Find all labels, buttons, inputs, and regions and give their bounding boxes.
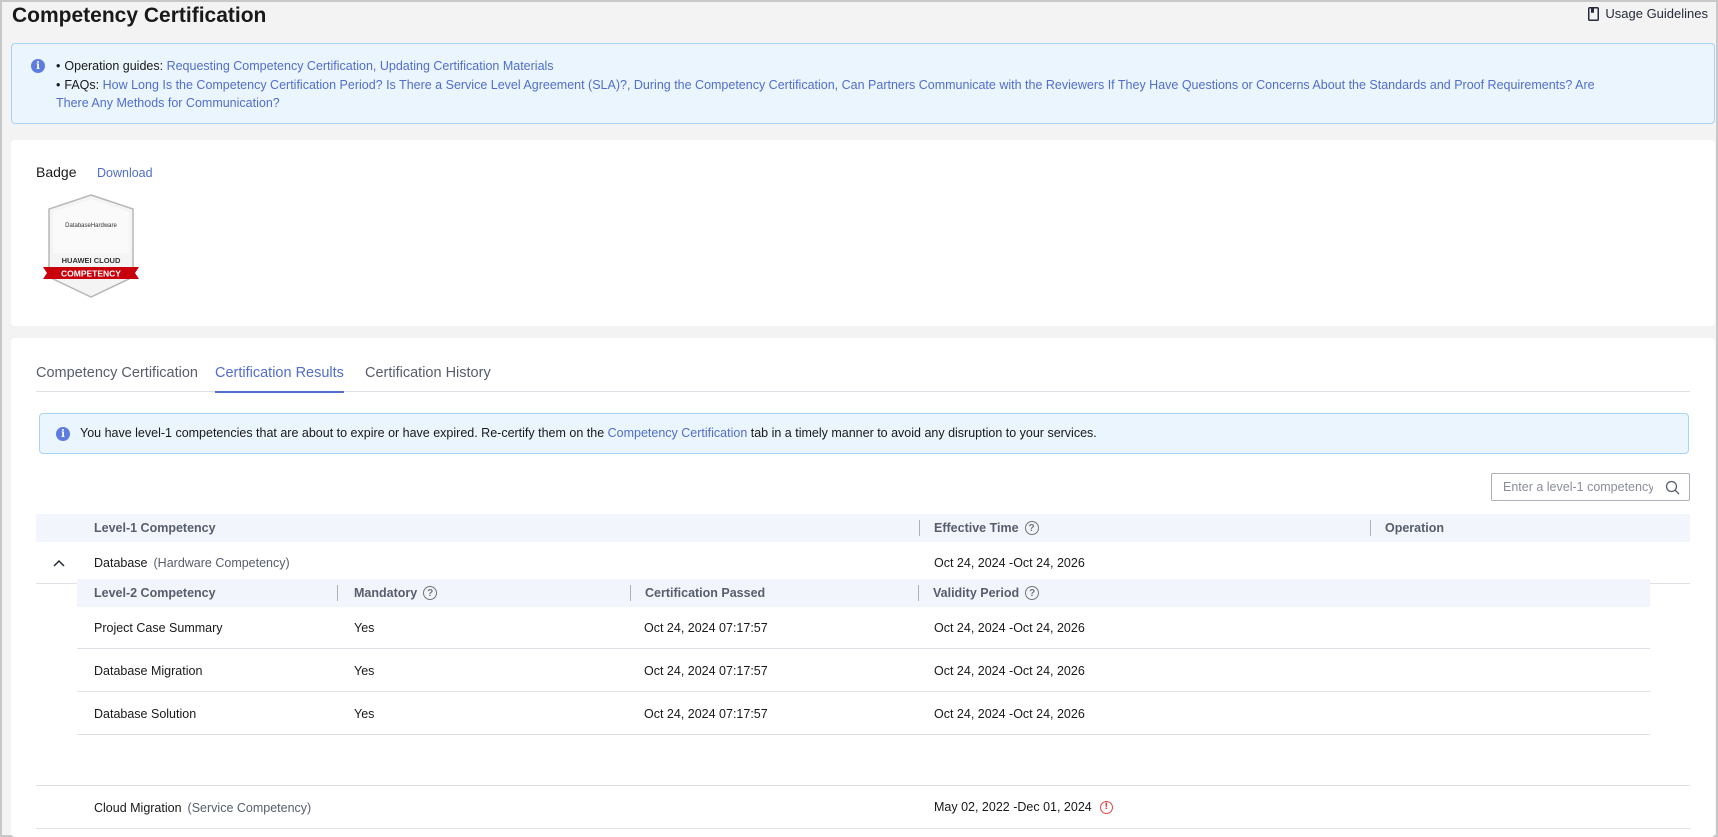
badge-card: Badge Download DatabaseHardware HUAWEI C… <box>11 140 1715 326</box>
table-row: Database (Hardware Competency) Oct 24, 20… <box>36 542 1690 584</box>
chevron-up-icon[interactable] <box>51 555 67 571</box>
col-level2-competency: Level-2 Competency <box>94 586 216 600</box>
notice-competency-link[interactable]: Competency Certification <box>608 426 748 440</box>
info-icon: i <box>31 59 45 73</box>
notice-text: You have level-1 competencies that are a… <box>80 426 1097 440</box>
tab-certification-history[interactable]: Certification History <box>365 365 491 391</box>
level1-competency-name: Cloud Migration (Service Competency) <box>94 801 312 815</box>
level2-name: Project Case Summary <box>94 621 223 635</box>
competency-search <box>1491 473 1690 501</box>
expiry-warning-icon[interactable]: ! <box>1099 800 1113 814</box>
mandatory-value: Yes <box>354 664 375 678</box>
usage-guidelines-label: Usage Guidelines <box>1605 6 1708 21</box>
effective-time: May 02, 2022 -Dec 01, 2024 ! <box>934 800 1113 814</box>
col-effective-time: Effective Time? <box>934 521 1039 535</box>
tab-bar: Competency Certification Certification R… <box>36 338 1690 393</box>
badge-image-text: DatabaseHardware <box>65 223 117 229</box>
document-icon <box>1588 6 1600 21</box>
validity-period: Oct 24, 2024 -Oct 24, 2026 <box>934 664 1085 678</box>
col-validity-period: Validity Period? <box>933 586 1040 600</box>
page-header: Competency Certification Usage Guideline… <box>10 2 1710 36</box>
competency-search-input[interactable] <box>1493 475 1653 499</box>
validity-period: Oct 24, 2024 -Oct 24, 2026 <box>934 621 1085 635</box>
info-icon: i <box>56 427 70 441</box>
column-separator <box>337 585 338 601</box>
col-operation: Operation <box>1385 521 1445 535</box>
search-icon[interactable] <box>1665 480 1680 495</box>
faqs-prefix: FAQs: <box>64 78 100 92</box>
competency-badge-image: DatabaseHardware HUAWEI CLOUD COMPETENCY <box>43 194 139 298</box>
page-title: Competency Certification <box>12 4 267 27</box>
table-header: Level-1 Competency Effective Time? Opera… <box>36 514 1690 542</box>
help-icon[interactable]: ? <box>1025 586 1040 600</box>
badge-download-link[interactable]: Download <box>97 166 153 180</box>
table-row: Cloud Migration (Service Competency) May … <box>36 785 1690 829</box>
level1-competency-name: Database (Hardware Competency) <box>94 556 290 570</box>
results-card: Competency Certification Certification R… <box>11 338 1715 837</box>
badge-image-brand: HUAWEI CLOUD <box>62 256 121 265</box>
level2-table-row: Project Case Summary Yes Oct 24, 2024 07… <box>77 607 1650 649</box>
operation-guides-panel: i • Operation guides: Requesting Competen… <box>11 43 1715 124</box>
validity-period: Oct 24, 2024 -Oct 24, 2026 <box>934 707 1085 721</box>
column-separator <box>919 520 920 536</box>
operation-guides-links[interactable]: Requesting Competency Certification, Upd… <box>167 59 554 73</box>
tab-certification-results[interactable]: Certification Results <box>215 365 344 393</box>
badge-label: Badge <box>36 164 77 180</box>
operation-guides-prefix: Operation guides: <box>64 59 164 73</box>
tab-competency-certification[interactable]: Competency Certification <box>36 365 198 391</box>
faqs-line: • FAQs: How Long Is the Competency Certif… <box>56 78 1595 110</box>
col-level1-competency: Level-1 Competency <box>94 521 216 535</box>
notice-text-before: You have level-1 competencies that are a… <box>80 426 608 440</box>
column-separator <box>630 585 631 601</box>
help-icon[interactable]: ? <box>423 586 438 600</box>
col-mandatory: Mandatory? <box>354 586 438 600</box>
expiry-notice: i You have level-1 competencies that are… <box>39 413 1689 454</box>
passed-time: Oct 24, 2024 07:17:57 <box>644 664 768 678</box>
level2-name: Database Solution <box>94 707 197 721</box>
badge-image-ribbon: COMPETENCY <box>61 269 121 279</box>
usage-guidelines-link[interactable]: Usage Guidelines <box>1588 6 1708 21</box>
level2-name: Database Migration <box>94 664 203 678</box>
col-certification-passed: Certification Passed <box>645 586 766 600</box>
passed-time: Oct 24, 2024 07:17:57 <box>644 707 768 721</box>
faqs-links[interactable]: How Long Is the Competency Certification… <box>56 78 1595 110</box>
mandatory-value: Yes <box>354 621 375 635</box>
column-separator <box>918 585 919 601</box>
effective-time: Oct 24, 2024 -Oct 24, 2026 <box>934 556 1085 570</box>
level2-table-header: Level-2 Competency Mandatory? Certificat… <box>77 579 1650 607</box>
help-icon[interactable]: ? <box>1024 521 1039 535</box>
operation-guides-line: • Operation guides: Requesting Competency… <box>56 59 554 73</box>
column-separator <box>1370 520 1371 536</box>
mandatory-value: Yes <box>354 707 375 721</box>
level2-table-row: Database Migration Yes Oct 24, 2024 07:1… <box>77 650 1650 692</box>
notice-text-after: tab in a timely manner to avoid any disr… <box>747 426 1097 440</box>
passed-time: Oct 24, 2024 07:17:57 <box>644 621 768 635</box>
level2-table-row: Database Solution Yes Oct 24, 2024 07:17… <box>77 693 1650 735</box>
